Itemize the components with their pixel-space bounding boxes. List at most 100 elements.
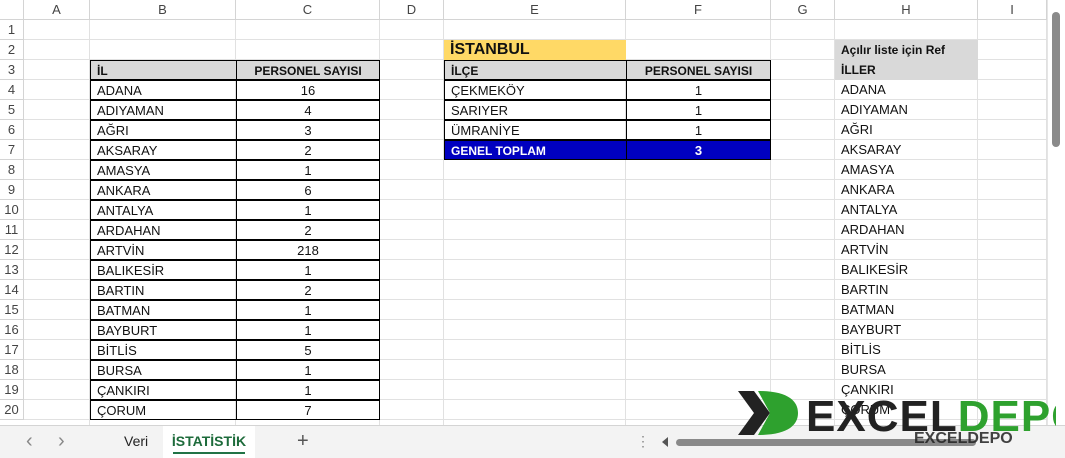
vertical-scrollbar[interactable] <box>1047 0 1065 425</box>
table-cell-count[interactable]: 1 <box>236 360 380 380</box>
table-cell-il[interactable]: ARDAHAN <box>90 220 237 240</box>
scroll-left-icon[interactable] <box>662 437 668 447</box>
more-options-icon[interactable]: ⋮ <box>636 426 650 458</box>
row-header-9[interactable]: 9 <box>0 180 24 200</box>
row-header-5[interactable]: 5 <box>0 100 24 120</box>
table-header-il[interactable]: İL <box>90 60 237 80</box>
table-cell-il[interactable]: BATMAN <box>90 300 237 320</box>
row-header-4[interactable]: 4 <box>0 80 24 100</box>
ref-list-item[interactable]: AMASYA <box>835 160 978 180</box>
table-cell-il[interactable]: ARTVİN <box>90 240 237 260</box>
table-cell-count[interactable]: 1 <box>236 300 380 320</box>
table-cell-count[interactable]: 1 <box>236 380 380 400</box>
row-header-7[interactable]: 7 <box>0 140 24 160</box>
table-cell-count[interactable]: 5 <box>236 340 380 360</box>
table-cell-il[interactable]: ADIYAMAN <box>90 100 237 120</box>
grand-total-value[interactable]: 3 <box>626 140 771 160</box>
tab-veri[interactable]: Veri <box>124 426 148 458</box>
column-header-e[interactable]: E <box>444 0 626 20</box>
tab-istatistik[interactable]: İSTATİSTİK <box>163 426 255 458</box>
row-header-20[interactable]: 20 <box>0 400 24 420</box>
table-cell-il[interactable]: BİTLİS <box>90 340 237 360</box>
ref-list-item[interactable]: ADANA <box>835 80 978 100</box>
row-header-15[interactable]: 15 <box>0 300 24 320</box>
grand-total-label[interactable]: GENEL TOPLAM <box>444 140 627 160</box>
column-header-i[interactable]: I <box>978 0 1047 20</box>
table-cell-il[interactable]: BARTIN <box>90 280 237 300</box>
row-header-17[interactable]: 17 <box>0 340 24 360</box>
filter-cell-count[interactable]: 1 <box>626 100 771 120</box>
filter-cell-ilce[interactable]: SARIYER <box>444 100 627 120</box>
add-sheet-icon[interactable]: + <box>297 426 309 458</box>
column-header-a[interactable]: A <box>24 0 90 20</box>
table-cell-count[interactable]: 3 <box>236 120 380 140</box>
table-cell-count[interactable]: 16 <box>236 80 380 100</box>
row-header-16[interactable]: 16 <box>0 320 24 340</box>
table-cell-il[interactable]: AMASYA <box>90 160 237 180</box>
row-header-1[interactable]: 1 <box>0 20 24 40</box>
table-cell-il[interactable]: ADANA <box>90 80 237 100</box>
ref-list-item[interactable]: ANKARA <box>835 180 978 200</box>
spreadsheet-grid[interactable]: ABCDEFGHI 1 2 3 4 5 6 7 8 9 10 11 12 13 14 15 16 17 18 19 2… <box>0 0 1047 425</box>
table-cell-count[interactable]: 2 <box>236 280 380 300</box>
row-header-18[interactable]: 18 <box>0 360 24 380</box>
row-header-8[interactable]: 8 <box>0 160 24 180</box>
row-header-6[interactable]: 6 <box>0 120 24 140</box>
ref-list-item[interactable]: ANTALYA <box>835 200 978 220</box>
next-sheet-arrow-icon[interactable]: › <box>58 426 65 458</box>
ref-list-item[interactable]: ARDAHAN <box>835 220 978 240</box>
table-cell-il[interactable]: ÇANKIRI <box>90 380 237 400</box>
row-header-2[interactable]: 2 <box>0 40 24 60</box>
vertical-scroll-thumb[interactable] <box>1052 12 1060 147</box>
filter-cell-count[interactable]: 1 <box>626 120 771 140</box>
table-cell-il[interactable]: BAYBURT <box>90 320 237 340</box>
ref-list-header[interactable]: İLLER <box>835 60 978 80</box>
table-cell-count[interactable]: 2 <box>236 220 380 240</box>
table-cell-il[interactable]: AĞRI <box>90 120 237 140</box>
column-header-h[interactable]: H <box>835 0 978 20</box>
ref-list-item[interactable]: BARTIN <box>835 280 978 300</box>
row-header-14[interactable]: 14 <box>0 280 24 300</box>
row-header-10[interactable]: 10 <box>0 200 24 220</box>
ref-list-item[interactable]: BATMAN <box>835 300 978 320</box>
filter-header-personel[interactable]: PERSONEL SAYISI <box>626 60 771 80</box>
table-cell-count[interactable]: 6 <box>236 180 380 200</box>
ref-list-item[interactable]: BİTLİS <box>835 340 978 360</box>
filter-cell-count[interactable]: 1 <box>626 80 771 100</box>
ref-list-item[interactable]: BURSA <box>835 360 978 380</box>
table-cell-il[interactable]: BURSA <box>90 360 237 380</box>
row-header-12[interactable]: 12 <box>0 240 24 260</box>
city-selector-dropdown[interactable]: İSTANBUL <box>444 40 626 60</box>
table-cell-count[interactable]: 4 <box>236 100 380 120</box>
ref-list-item[interactable]: BAYBURT <box>835 320 978 340</box>
table-cell-il[interactable]: ÇORUM <box>90 400 237 420</box>
table-cell-il[interactable]: ANKARA <box>90 180 237 200</box>
column-header-d[interactable]: D <box>380 0 444 20</box>
ref-list-item[interactable]: ADIYAMAN <box>835 100 978 120</box>
table-cell-count[interactable]: 1 <box>236 260 380 280</box>
filter-header-ilce[interactable]: İLÇE <box>444 60 627 80</box>
row-header-11[interactable]: 11 <box>0 220 24 240</box>
table-cell-il[interactable]: ANTALYA <box>90 200 237 220</box>
row-header-19[interactable]: 19 <box>0 380 24 400</box>
column-header-b[interactable]: B <box>90 0 236 20</box>
select-all-corner[interactable] <box>0 0 24 20</box>
ref-list-item[interactable]: AKSARAY <box>835 140 978 160</box>
ref-list-item[interactable]: BALIKESİR <box>835 260 978 280</box>
table-header-personel[interactable]: PERSONEL SAYISI <box>236 60 380 80</box>
ref-list-title[interactable]: Açılır liste için Ref <box>835 40 978 60</box>
table-cell-count[interactable]: 1 <box>236 200 380 220</box>
table-cell-count[interactable]: 7 <box>236 400 380 420</box>
table-cell-count[interactable]: 1 <box>236 320 380 340</box>
row-header-13[interactable]: 13 <box>0 260 24 280</box>
column-header-g[interactable]: G <box>771 0 835 20</box>
prev-sheet-arrow-icon[interactable]: ‹ <box>26 426 33 458</box>
filter-cell-ilce[interactable]: ÇEKMEKÖY <box>444 80 627 100</box>
ref-list-item[interactable]: AĞRI <box>835 120 978 140</box>
row-header-3[interactable]: 3 <box>0 60 24 80</box>
column-header-f[interactable]: F <box>626 0 771 20</box>
column-header-c[interactable]: C <box>236 0 380 20</box>
filter-cell-ilce[interactable]: ÜMRANİYE <box>444 120 627 140</box>
table-cell-il[interactable]: AKSARAY <box>90 140 237 160</box>
table-cell-count[interactable]: 1 <box>236 160 380 180</box>
